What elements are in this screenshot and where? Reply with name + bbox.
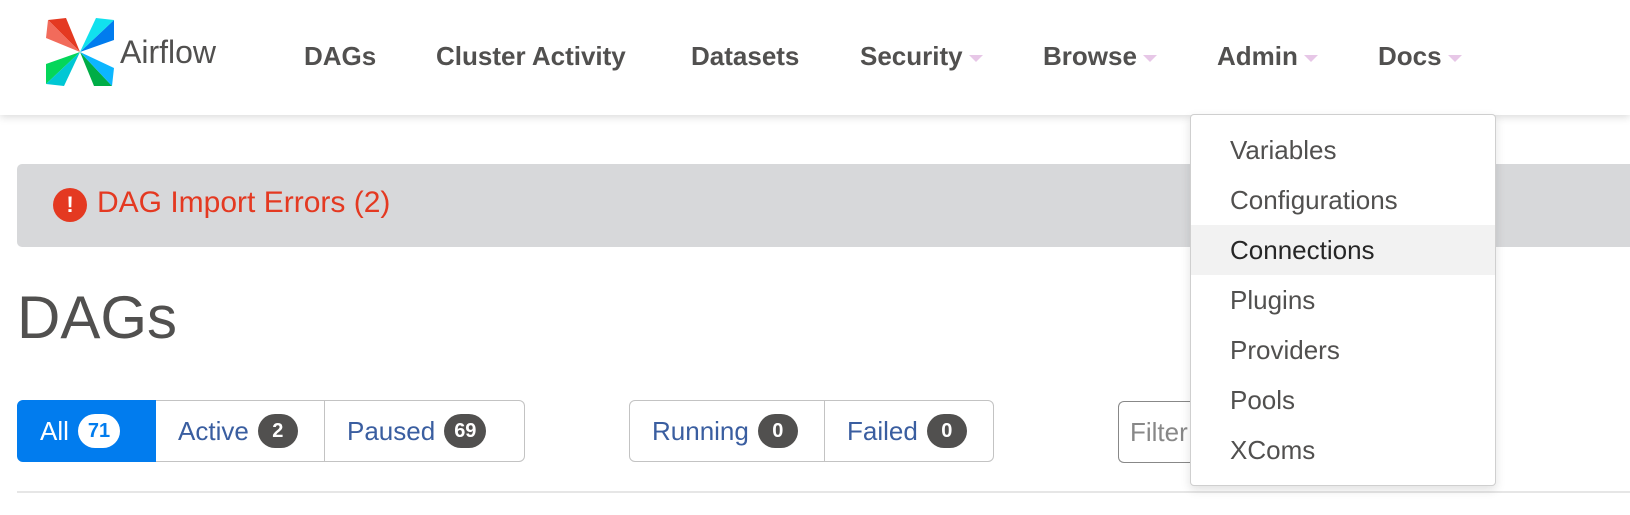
filter-failed-label: Failed bbox=[847, 415, 918, 446]
filter-active-button[interactable]: Active 2 bbox=[156, 400, 325, 462]
filter-failed-count-badge: 0 bbox=[926, 414, 967, 448]
nav-browse-label: Browse bbox=[1043, 41, 1137, 71]
nav-dags-label: DAGs bbox=[304, 41, 377, 71]
filter-active-count-badge: 2 bbox=[257, 414, 298, 448]
nav-browse[interactable]: Browse bbox=[1043, 36, 1157, 76]
import-errors-text[interactable]: DAG Import Errors (2) bbox=[97, 186, 390, 220]
filter-active-label: Active bbox=[178, 415, 249, 446]
admin-menu-configurations[interactable]: Configurations bbox=[1191, 175, 1495, 225]
brand-link[interactable]: Airflow bbox=[44, 16, 216, 88]
admin-menu-xcoms[interactable]: XComs bbox=[1191, 425, 1495, 475]
filter-failed-button[interactable]: Failed 0 bbox=[825, 400, 994, 462]
filter-running-button[interactable]: Running 0 bbox=[629, 400, 825, 462]
top-navbar: Airflow DAGs Cluster Activity Datasets S… bbox=[0, 0, 1630, 115]
dag-search-placeholder: Filter bbox=[1130, 417, 1188, 447]
filter-all-button[interactable]: All 71 bbox=[17, 400, 156, 462]
page-title: DAGs bbox=[17, 284, 178, 351]
nav-datasets[interactable]: Datasets bbox=[691, 36, 799, 76]
admin-menu-pools[interactable]: Pools bbox=[1191, 375, 1495, 425]
caret-down-icon bbox=[1447, 54, 1462, 62]
exclamation-circle-icon: ! bbox=[53, 188, 87, 222]
nav-security[interactable]: Security bbox=[860, 36, 983, 76]
filter-paused-button[interactable]: Paused 69 bbox=[325, 400, 525, 462]
filter-paused-count-badge: 69 bbox=[444, 414, 487, 448]
admin-menu-connections[interactable]: Connections bbox=[1191, 225, 1495, 275]
filter-running-count-badge: 0 bbox=[757, 414, 798, 448]
nav-dags[interactable]: DAGs bbox=[304, 36, 376, 76]
caret-down-icon bbox=[1303, 54, 1318, 62]
admin-menu-providers[interactable]: Providers bbox=[1191, 325, 1495, 375]
filter-all-label: All bbox=[40, 415, 69, 446]
nav-security-label: Security bbox=[860, 41, 963, 71]
nav-docs[interactable]: Docs bbox=[1378, 36, 1462, 76]
nav-admin-label: Admin bbox=[1217, 41, 1298, 71]
brand-name: Airflow bbox=[120, 34, 217, 70]
admin-menu-plugins[interactable]: Plugins bbox=[1191, 275, 1495, 325]
nav-cluster-activity-label: Cluster Activity bbox=[436, 41, 626, 71]
airflow-logo-icon bbox=[46, 18, 114, 86]
nav-docs-label: Docs bbox=[1378, 41, 1442, 71]
filter-all-count-badge: 71 bbox=[77, 414, 121, 448]
nav-cluster-activity[interactable]: Cluster Activity bbox=[436, 36, 626, 76]
status-filter-group: All 71 Active 2 Paused 69 bbox=[17, 400, 525, 464]
nav-admin[interactable]: Admin bbox=[1217, 36, 1318, 76]
admin-menu-variables[interactable]: Variables bbox=[1191, 125, 1495, 175]
nav-datasets-label: Datasets bbox=[691, 41, 800, 71]
caret-down-icon bbox=[1142, 54, 1157, 62]
admin-dropdown-menu: Variables Configurations Connections Plu… bbox=[1190, 114, 1496, 486]
table-top-divider bbox=[17, 491, 1630, 493]
filter-paused-label: Paused bbox=[347, 415, 436, 446]
filter-running-label: Running bbox=[652, 415, 749, 446]
run-state-filter-group: Running 0 Failed 0 bbox=[629, 400, 994, 464]
caret-down-icon bbox=[968, 54, 983, 62]
